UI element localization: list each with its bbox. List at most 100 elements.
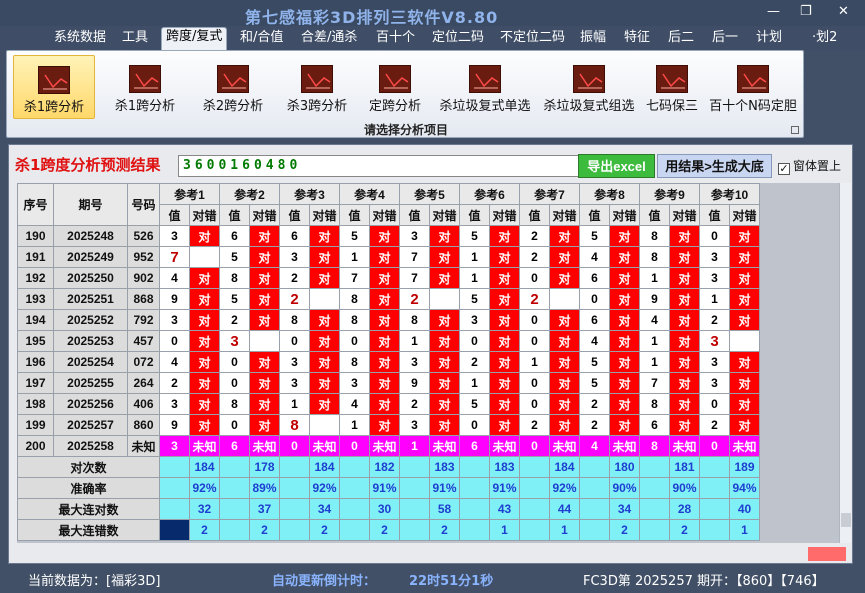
- menu-item[interactable]: 百十个: [376, 29, 415, 49]
- summary-value: 1: [489, 519, 520, 541]
- summary-value: 2: [249, 519, 280, 541]
- cell-match: 对: [489, 414, 520, 436]
- menu-item[interactable]: 工具: [122, 29, 148, 49]
- cell-match: 对: [309, 246, 340, 268]
- summary-spacer: [459, 519, 490, 541]
- table-row[interactable]: 190 2025248 526 3 对 6 对 6 对 5 对 3 对 5 对 2 对 5 对 8 对 0 对: [17, 225, 760, 247]
- table-row[interactable]: 192 2025250 902 4 对 8 对 2 对 7 对 7 对 1 对 0 对 6 对 1 对 3 对: [17, 267, 760, 289]
- ribbon-button[interactable]: 杀3跨分析: [273, 55, 361, 119]
- summary-spacer: [399, 498, 430, 520]
- cell-value: 3: [399, 225, 430, 247]
- menu-item[interactable]: 定位二码: [432, 29, 484, 49]
- table-row-pending[interactable]: 200 2025258 未知 3 未知 6 未知 0 未知 0 未知 1 未知 6 未知 0 未知 4 未知 8 未知 0…: [17, 435, 760, 457]
- cell-value: 3: [699, 246, 730, 268]
- result-title: 杀1跨度分析预测结果: [15, 156, 161, 174]
- menu-item[interactable]: 特征: [624, 29, 650, 49]
- col-value: 值: [639, 204, 670, 226]
- menu-item[interactable]: 不定位二码: [500, 29, 565, 49]
- table-row[interactable]: 195 2025253 457 0 对 3 0 对 0 对 1 对 0 对 0 对 4 对 1 对 3: [17, 330, 760, 352]
- table-row[interactable]: 196 2025254 072 4 对 0 对 3 对 8 对 3 对 2 对 1 对 5 对 1 对 3 对: [17, 351, 760, 373]
- col-seq: 序号: [17, 183, 54, 226]
- cell-value: 5: [459, 393, 490, 415]
- table-row[interactable]: 193 2025251 868 9 对 5 对 2 8 对 2 5 对 2 0 对 9 对 1 对: [17, 288, 760, 310]
- cell-value: 9: [399, 372, 430, 394]
- summary-spacer: [339, 498, 370, 520]
- pin-window-checkbox[interactable]: ✓ 窗体置上: [778, 157, 841, 175]
- summary-value: 34: [609, 498, 640, 520]
- cell-match: 未知: [309, 435, 340, 457]
- cell-match: 对: [489, 246, 520, 268]
- cell-value: 4: [159, 267, 190, 289]
- summary-value: 92%: [549, 477, 580, 499]
- cell-match: 对: [249, 267, 280, 289]
- cell-value: 0: [699, 393, 730, 415]
- cell-value: 8: [219, 267, 250, 289]
- summary-value: 2: [669, 519, 700, 541]
- cell-match: 对: [669, 414, 700, 436]
- summary-value: 91%: [369, 477, 400, 499]
- cell-match: 对: [669, 246, 700, 268]
- ribbon-button-label: 定跨分析: [368, 99, 421, 114]
- cell-value: 2: [159, 372, 190, 394]
- cell-match: 对: [669, 309, 700, 331]
- cell-value: 0: [459, 330, 490, 352]
- summary-value: 182: [369, 456, 400, 478]
- table-row[interactable]: 199 2025257 860 9 对 0 对 8 1 对 3 对 0 对 2 对 2 对 6 对 2 对: [17, 414, 760, 436]
- menu-item[interactable]: 和/合值: [240, 29, 283, 49]
- menu-item[interactable]: 振幅: [580, 29, 606, 49]
- generate-base-button[interactable]: 用结果>生成大底: [657, 154, 772, 178]
- restore-button[interactable]: ❐: [800, 5, 812, 19]
- result-field[interactable]: 3600160480: [178, 155, 584, 177]
- checkbox-icon[interactable]: ✓: [778, 163, 790, 175]
- cell-value: 9: [159, 288, 190, 310]
- menu-item[interactable]: 后二: [668, 29, 694, 49]
- cell-match: [429, 288, 460, 310]
- vertical-scrollbar[interactable]: [839, 183, 851, 543]
- ribbon-button[interactable]: 百十个N码定胆: [707, 55, 799, 119]
- ribbon-button[interactable]: 定跨分析: [357, 55, 433, 119]
- table-row[interactable]: 191 2025249 952 7 5 对 3 对 1 对 7 对 1 对 2 对 4 对 8 对 3 对: [17, 246, 760, 268]
- ribbon-button[interactable]: 杀垃圾复式组选: [539, 55, 639, 119]
- cell-number: 952: [127, 246, 160, 268]
- cell-value: 5: [459, 288, 490, 310]
- summary-value: 2: [429, 519, 460, 541]
- cell-number: 406: [127, 393, 160, 415]
- menu-item[interactable]: ·划2: [812, 29, 837, 49]
- summary-value: 91%: [489, 477, 520, 499]
- summary-value: 184: [549, 456, 580, 478]
- table-row[interactable]: 194 2025252 792 3 对 2 对 8 对 8 对 8 对 3 对 0 对 6 对 4 对 2 对: [17, 309, 760, 331]
- cell-value: 8: [639, 225, 670, 247]
- menu-item[interactable]: 跨度/复式: [161, 27, 228, 50]
- menu-item[interactable]: 计划: [756, 29, 782, 49]
- cell-match: 对: [369, 288, 400, 310]
- ribbon-button[interactable]: 杀1跨分析: [13, 55, 95, 119]
- cell-value: 2: [399, 393, 430, 415]
- menu-item[interactable]: 后一: [712, 29, 738, 49]
- table-row[interactable]: 197 2025255 264 2 对 0 对 3 对 3 对 9 对 1 对 0 对 5 对 7 对 3 对: [17, 372, 760, 394]
- export-excel-button[interactable]: 导出excel: [578, 154, 655, 178]
- cell-value: 3: [339, 372, 370, 394]
- menu-item[interactable]: 合差/通杀: [301, 29, 357, 49]
- cell-match: 对: [729, 225, 760, 247]
- cell-match: 对: [729, 351, 760, 373]
- chart-icon: [656, 65, 688, 93]
- cell-match: 对: [549, 372, 580, 394]
- scrollbar-thumb[interactable]: [841, 513, 851, 527]
- ribbon-button[interactable]: 杀1跨分析: [105, 55, 185, 119]
- cell-value: 1: [279, 393, 310, 415]
- cell-value: 8: [339, 351, 370, 373]
- table-row[interactable]: 198 2025256 406 3 对 8 对 1 对 4 对 2 对 5 对 0 对 2 对 8 对 0 对: [17, 393, 760, 415]
- minimize-button[interactable]: —: [767, 5, 780, 19]
- cell-value: 0: [459, 414, 490, 436]
- ribbon-button-label: 杀2跨分析: [202, 99, 264, 114]
- summary-spacer: [339, 519, 370, 541]
- ribbon-button[interactable]: 杀2跨分析: [187, 55, 279, 119]
- ribbon-button[interactable]: 七码保三: [641, 55, 703, 119]
- ribbon-button[interactable]: 杀垃圾复式单选: [433, 55, 537, 119]
- close-button[interactable]: ✕: [838, 5, 849, 19]
- cell-match: 未知: [609, 435, 640, 457]
- ribbon-expand-icon[interactable]: [791, 126, 799, 134]
- menu-item[interactable]: 系统数据: [54, 29, 106, 49]
- summary-spacer: [519, 519, 550, 541]
- cell-match: 未知: [429, 435, 460, 457]
